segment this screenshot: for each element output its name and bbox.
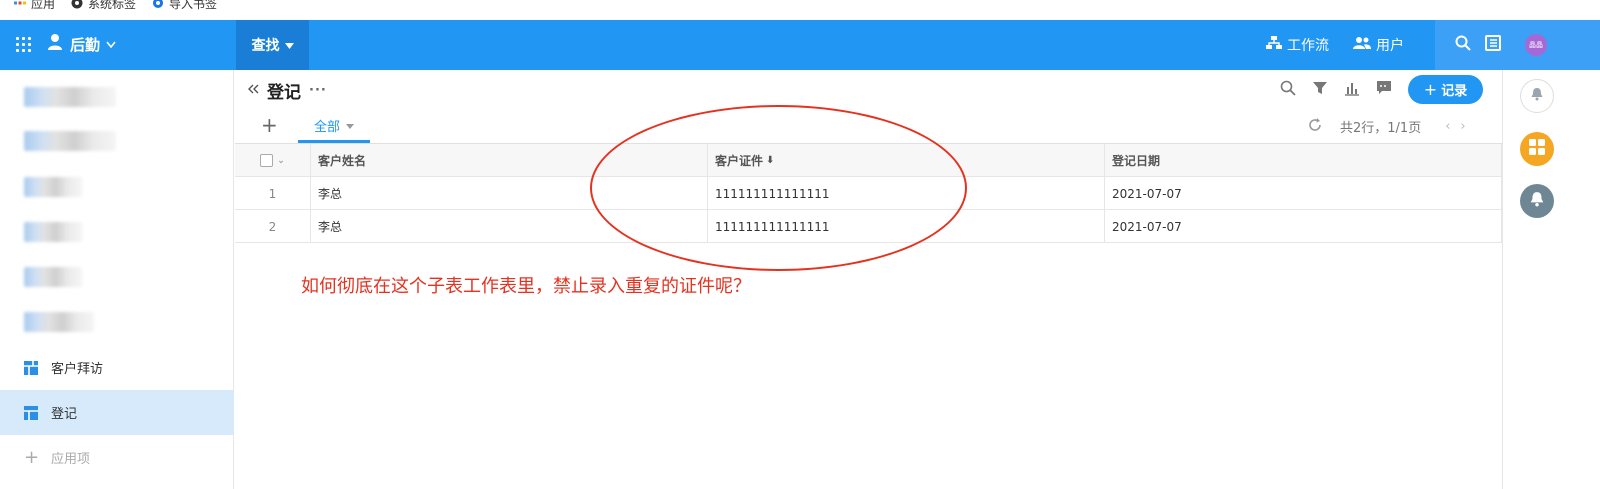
bookmark-system[interactable]: 系统标签 xyxy=(71,0,136,12)
select-all-cell[interactable]: ⌄ xyxy=(235,144,310,177)
annotation-ellipse xyxy=(590,105,967,271)
document-icon[interactable] xyxy=(1485,35,1501,55)
filter-icon[interactable] xyxy=(1312,80,1328,100)
workflow-label: 工作流 xyxy=(1287,38,1329,54)
bookmark-import[interactable]: 导入书签 xyxy=(152,0,217,12)
workflow-icon xyxy=(1266,36,1282,54)
chevron-down-icon xyxy=(106,35,116,53)
right-rail xyxy=(1502,70,1600,489)
caret-down-icon xyxy=(284,37,294,53)
refresh-icon[interactable] xyxy=(1308,117,1322,136)
app-switcher[interactable]: 后勤 xyxy=(46,33,116,55)
apps-grid-icon xyxy=(14,0,26,9)
sidebar-item-visit[interactable]: 客户拜访 xyxy=(0,345,234,390)
bookmark-label: 系统标签 xyxy=(88,0,137,11)
blurred-item[interactable] xyxy=(24,131,116,151)
notification-button[interactable] xyxy=(1520,79,1554,113)
prev-page-icon[interactable]: ‹ xyxy=(1445,119,1450,134)
sidebar-item-label: 客户拜访 xyxy=(51,362,104,377)
bookmarks-bar: 应用 系统标签 导入书签 xyxy=(0,0,1600,20)
apps-grid-icon[interactable] xyxy=(16,37,32,53)
sidebar-item-label: 登记 xyxy=(51,407,78,422)
dashboard-icon xyxy=(24,360,38,375)
sidebar-item-add-app[interactable]: + 应用项 xyxy=(0,435,234,480)
users-icon xyxy=(1353,36,1371,54)
table-icon xyxy=(24,405,38,420)
blurred-item[interactable] xyxy=(24,87,116,107)
app-name: 后勤 xyxy=(70,35,101,54)
select-all-checkbox[interactable] xyxy=(260,154,274,167)
blurred-item[interactable] xyxy=(24,222,82,242)
page-title: 登记 xyxy=(267,83,301,103)
grid-icon xyxy=(1528,138,1546,160)
add-record-button[interactable]: + 记录 xyxy=(1408,75,1483,104)
bell-icon xyxy=(1530,87,1544,105)
users-link[interactable]: 用户 xyxy=(1353,35,1404,55)
tab-all-label: 全部 xyxy=(313,119,340,135)
user-icon xyxy=(46,33,64,55)
search-icon[interactable] xyxy=(1280,80,1296,100)
sidebar: 客户拜访 登记 + 应用项 xyxy=(0,70,234,489)
bell-icon xyxy=(1529,191,1545,211)
row-index: 1 xyxy=(268,186,277,201)
bookmark-apps[interactable]: 应用 xyxy=(14,0,55,12)
top-header: 后勤 查找 工作流 用户 晶晶 xyxy=(0,20,1600,70)
more-icon[interactable]: ··· xyxy=(309,83,327,98)
blurred-item[interactable] xyxy=(24,312,94,332)
caret-down-icon xyxy=(346,118,354,133)
avatar[interactable]: 晶晶 xyxy=(1525,34,1547,56)
cell-date[interactable]: 2021-07-07 xyxy=(1104,210,1502,243)
plus-icon: + xyxy=(24,447,40,468)
chevron-down-icon[interactable]: ⌄ xyxy=(277,156,285,166)
search-tab[interactable]: 查找 xyxy=(236,20,309,70)
comment-icon[interactable] xyxy=(1376,80,1392,100)
apps-button[interactable] xyxy=(1520,132,1554,166)
add-record-label: 记录 xyxy=(1441,84,1468,99)
pager: 共2行，1/1页 ‹ › xyxy=(1308,117,1466,136)
annotation-text: 如何彻底在这个子表工作表里，禁止录入重复的证件呢？ xyxy=(301,276,751,297)
title-row: 登记 ··· xyxy=(247,78,327,103)
alerts-button[interactable] xyxy=(1520,184,1554,218)
header-tools xyxy=(1435,20,1600,70)
tab-all[interactable]: 全部 xyxy=(298,110,370,143)
search-icon[interactable] xyxy=(1455,35,1471,55)
collapse-icon[interactable] xyxy=(247,83,259,99)
search-tab-label: 查找 xyxy=(251,38,280,54)
blurred-item[interactable] xyxy=(24,267,82,287)
blurred-item[interactable] xyxy=(24,177,82,197)
plus-icon: + xyxy=(1423,80,1438,99)
chart-icon[interactable] xyxy=(1344,80,1360,100)
cell-date[interactable]: 2021-07-07 xyxy=(1104,177,1502,210)
add-view-icon[interactable]: + xyxy=(261,113,278,137)
row-index: 2 xyxy=(268,219,277,234)
column-header-date[interactable]: 登记日期 xyxy=(1104,144,1502,177)
users-label: 用户 xyxy=(1376,38,1404,54)
gear-icon xyxy=(152,0,164,9)
next-page-icon[interactable]: › xyxy=(1460,119,1465,134)
bookmark-label: 导入书签 xyxy=(169,0,218,11)
bookmark-label: 应用 xyxy=(31,0,56,11)
pager-text: 共2行，1/1页 xyxy=(1340,121,1422,136)
sidebar-item-label: 应用项 xyxy=(51,452,91,467)
sidebar-item-register[interactable]: 登记 xyxy=(0,390,234,435)
workflow-link[interactable]: 工作流 xyxy=(1266,35,1329,55)
globe-icon xyxy=(71,0,83,9)
toolbar xyxy=(1280,80,1392,100)
